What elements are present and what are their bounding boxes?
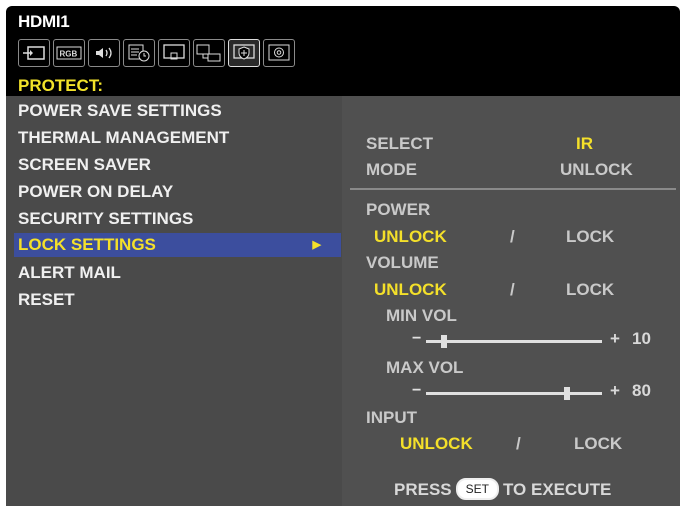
input-lock-option[interactable]: LOCK (574, 434, 622, 454)
max-vol-value: 80 (632, 381, 651, 400)
increase-icon: + (610, 381, 620, 400)
menu-item-power-save-settings[interactable]: POWER SAVE SETTINGS (18, 101, 222, 121)
execute-hint: PRESS SET TO EXECUTE (394, 478, 611, 500)
input-separator: / (516, 434, 521, 453)
select-value[interactable]: IR (576, 134, 593, 154)
menu-item-thermal-management[interactable]: THERMAL MANAGEMENT (18, 128, 229, 148)
increase-icon: + (610, 329, 620, 348)
min-vol-slider[interactable]: − + 10 (412, 329, 660, 348)
submenu-arrow-icon: ▶ (312, 239, 321, 251)
decrease-icon: − (412, 382, 422, 399)
slider-track (426, 340, 602, 343)
slider-track (426, 392, 602, 395)
audio-icon[interactable] (88, 39, 120, 67)
power-label: POWER (366, 200, 431, 219)
min-vol-label: MIN VOL (386, 306, 457, 325)
select-label: SELECT (366, 134, 434, 153)
osd-menu-window: HDMI1 RGB PROTECT: POWER SAVE SETTINGS T… (6, 6, 680, 506)
max-vol-label: MAX VOL (386, 358, 464, 377)
execute-text: TO EXECUTE (502, 480, 612, 499)
divider-band (316, 86, 680, 96)
set-button[interactable]: SET (455, 478, 499, 500)
volume-separator: / (510, 280, 515, 299)
power-unlock-option[interactable]: UNLOCK (374, 227, 447, 247)
protect-icon[interactable] (228, 39, 260, 67)
min-vol-value: 10 (632, 329, 651, 348)
menu-item-lock-settings[interactable]: LOCK SETTINGS ▶ (14, 233, 341, 257)
category-toolbar: RGB (18, 39, 298, 67)
settings-panel: SELECT IR MODE UNLOCK POWER UNLOCK / LOC… (342, 96, 680, 506)
multi-input-icon[interactable] (193, 39, 225, 67)
menu-panel: PROTECT: POWER SAVE SETTINGS THERMAL MAN… (6, 76, 342, 506)
svg-text:RGB: RGB (60, 50, 78, 59)
slider-thumb[interactable] (563, 387, 570, 400)
mode-label: MODE (366, 160, 417, 179)
menu-item-power-on-delay[interactable]: POWER ON DELAY (18, 182, 173, 202)
rgb-icon[interactable]: RGB (53, 39, 85, 67)
input-label: INPUT (366, 408, 417, 427)
volume-unlock-option[interactable]: UNLOCK (374, 280, 447, 300)
setup-icon[interactable] (263, 39, 295, 67)
power-separator: / (510, 227, 515, 246)
menu-item-reset[interactable]: RESET (18, 290, 75, 310)
panel-divider (350, 188, 676, 190)
menu-item-alert-mail[interactable]: ALERT MAIL (18, 263, 121, 283)
input-unlock-option[interactable]: UNLOCK (400, 434, 473, 454)
volume-lock-option[interactable]: LOCK (566, 280, 614, 300)
screen-icon[interactable] (158, 39, 190, 67)
input-icon[interactable] (18, 39, 50, 67)
input-source-title: HDMI1 (18, 12, 70, 31)
decrease-icon: − (412, 330, 422, 347)
mode-value[interactable]: UNLOCK (560, 160, 633, 180)
menu-item-screen-saver[interactable]: SCREEN SAVER (18, 155, 151, 175)
volume-label: VOLUME (366, 253, 439, 272)
menu-heading: PROTECT: (18, 76, 103, 95)
slider-thumb[interactable] (440, 335, 447, 348)
max-vol-slider[interactable]: − + 80 (412, 381, 660, 400)
menu-item-label: LOCK SETTINGS (18, 235, 156, 254)
press-text: PRESS (394, 480, 452, 499)
schedule-icon[interactable] (123, 39, 155, 67)
power-lock-option[interactable]: LOCK (566, 227, 614, 247)
menu-item-security-settings[interactable]: SECURITY SETTINGS (18, 209, 193, 229)
